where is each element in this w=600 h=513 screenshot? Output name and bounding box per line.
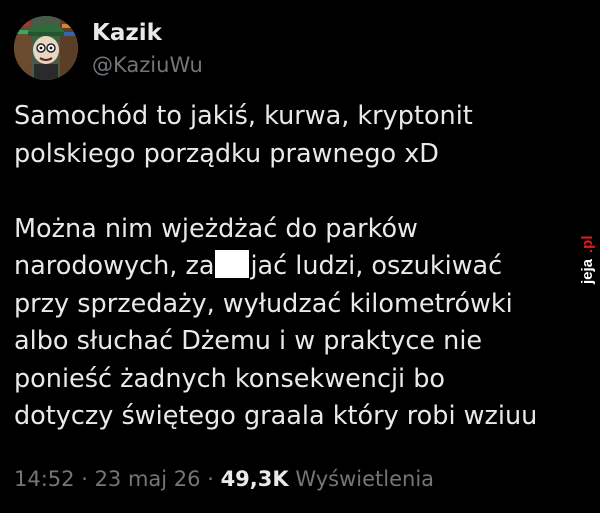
- meta-separator: ·: [200, 467, 221, 491]
- svg-text:.pl: .pl: [579, 236, 596, 254]
- tweet-meta: 14:52 · 23 maj 26 · 49,3K Wyświetlenia: [14, 464, 434, 494]
- tweet-line: przy sprzedaży, wyłudzać kilometrówki: [14, 288, 513, 319]
- tweet-line: polskiego porządku prawnego xD: [14, 138, 439, 169]
- jeja-logo: jeja .pl: [579, 236, 596, 286]
- tweet-line: Samochód to jakiś, kurwa, kryptonit: [14, 101, 473, 131]
- tweet-paragraph-1: Samochód to jakiś, kurwa, kryptonit pols…: [14, 98, 574, 173]
- views-label: Wyświetlenia: [288, 467, 435, 491]
- user-handle[interactable]: @KaziuWu: [92, 50, 203, 80]
- jeja-watermark: jeja .pl: [576, 228, 598, 286]
- tweet-header: Kazik @KaziuWu: [14, 16, 203, 80]
- tweet-time[interactable]: 14:52: [14, 467, 75, 491]
- tweet-line: narodowych, za jać ludzi, oszukiwać: [14, 248, 574, 286]
- tweet-line: albo słuchać Dżemu i w praktyce nie: [14, 326, 483, 356]
- tweet-line: Można nim wjeżdżać do parków: [14, 213, 418, 244]
- censor-block: [215, 250, 250, 278]
- display-name[interactable]: Kazik: [92, 18, 203, 48]
- avatar[interactable]: [14, 16, 78, 80]
- tweet-text: Samochód to jakiś, kurwa, kryptonit pols…: [14, 98, 574, 436]
- tweet-date[interactable]: 23 maj 26: [95, 467, 201, 491]
- tweet-line-part: narodowych, za: [14, 251, 215, 281]
- tweet-line: dotyczy świętego graala który robi wziuu: [14, 401, 538, 431]
- meta-separator: ·: [74, 467, 95, 491]
- tweet-line-part: jać ludzi, oszukiwać: [250, 251, 503, 281]
- views-count: 49,3K: [220, 467, 289, 491]
- avatar-illustration: [14, 16, 78, 80]
- tweet-line: ponieść żadnych konsekwencji bo: [14, 363, 446, 394]
- tweet-paragraph-2: Można nim wjeżdżać do parków narodowych,…: [14, 211, 574, 436]
- svg-text:jeja: jeja: [579, 258, 596, 285]
